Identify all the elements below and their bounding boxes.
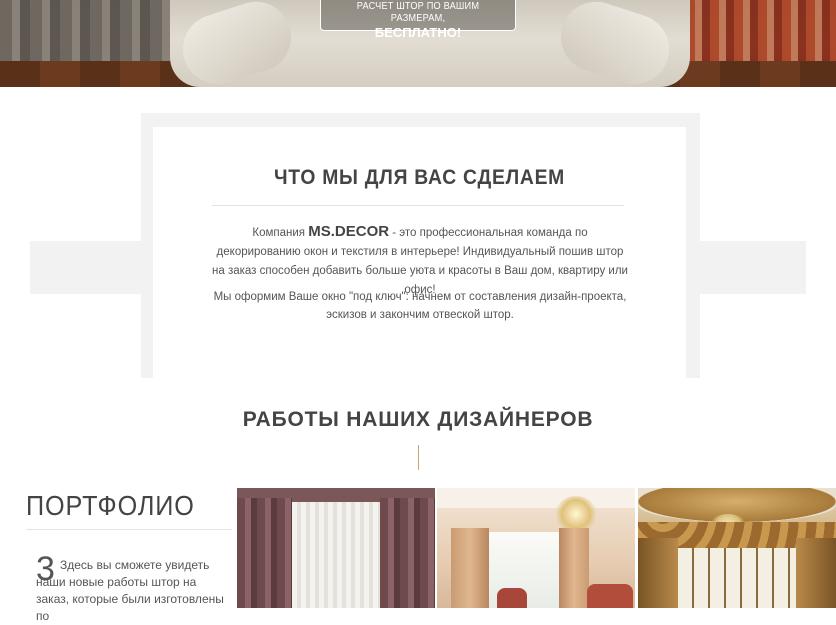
photo2-curtain-left — [451, 528, 489, 608]
brand-name: MS.DECOR — [308, 223, 390, 240]
works-title: РАБОТЫ НАШИХ ДИЗАЙНЕРОВ — [242, 408, 594, 431]
portfolio-photo-3[interactable] — [638, 488, 836, 608]
free-calculation-button[interactable]: РАСЧЕТ ШТОР ПО ВАШИМ РАЗМЕРАМ, БЕСПЛАТНО… — [320, 0, 516, 40]
photo3-curtain-left — [638, 538, 678, 608]
photo2-chair-left — [497, 588, 527, 608]
photo2-ceiling — [437, 488, 635, 508]
about-paragraph-2: Мы оформим Ваше окно "под ключ": начнем … — [213, 291, 627, 321]
photo2-chair-right — [587, 584, 633, 608]
side-band-right — [700, 241, 806, 294]
portfolio-divider — [26, 529, 232, 530]
cta-line1: РАСЧЕТ ШТОР ПО ВАШИМ РАЗМЕРАМ, — [356, 1, 480, 24]
works-accent-line — [418, 445, 419, 470]
photo2-chandelier — [555, 496, 597, 532]
side-band-left — [30, 241, 141, 294]
about-divider — [212, 205, 624, 206]
photo3-curtain-right — [796, 538, 836, 608]
about-p1-prefix: Компания — [252, 227, 309, 239]
portfolio-photo-2[interactable] — [437, 488, 635, 608]
hero-banner: РАСЧЕТ ШТОР ПО ВАШИМ РАЗМЕРАМ, БЕСПЛАТНО… — [0, 0, 836, 87]
portfolio-description: Здесь вы сможете увидеть наши новые рабо… — [36, 558, 224, 623]
portfolio-title: ПОРТФОЛИО — [26, 490, 195, 521]
cta-line2: БЕСПЛАТНО! — [374, 25, 462, 40]
photo1-drape-right — [380, 498, 435, 608]
photo1-sheer-curtain — [292, 502, 380, 608]
photo3-window — [678, 548, 796, 608]
photo2-curtain-right — [559, 528, 589, 608]
photo1-drape-left — [237, 498, 292, 608]
about-title: ЧТО МЫ ДЛЯ ВАС СДЕЛАЕМ — [273, 166, 566, 189]
portfolio-photo-1[interactable] — [237, 488, 435, 608]
